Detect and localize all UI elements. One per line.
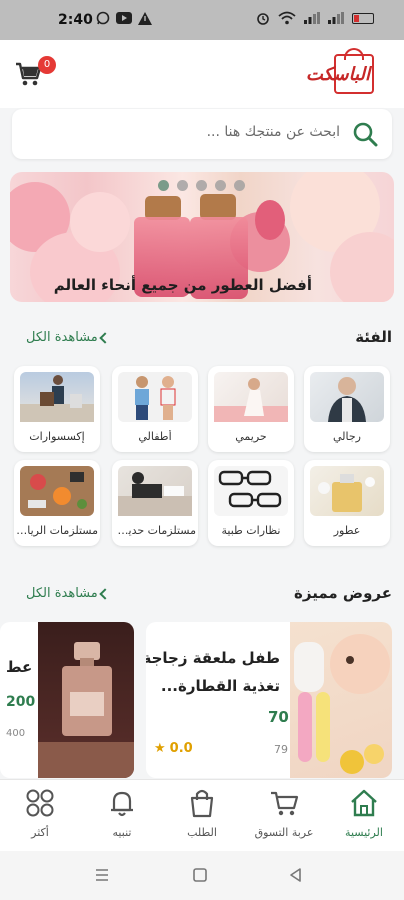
status-time: 2:40 [58,12,93,28]
rating-value: 0.0 [169,741,193,756]
category-eyeglasses[interactable]: نظارات طبية [208,460,294,546]
category-image [118,466,192,516]
category-label: نظارات طبية [221,524,281,537]
status-bar: 2:40 [0,0,404,40]
nav-label: الرئيسية [345,826,383,839]
app-logo: الباسكت [304,48,374,96]
banner-caption: أفضل العطور من جميع أنحاء العالم [53,276,312,294]
chevron-left-icon [99,587,111,600]
category-garden-supplies[interactable]: مستلزمات حديقة... [112,460,198,546]
product-image [38,622,134,778]
wifi-icon [278,11,296,25]
featured-title: عروض مميزة [294,584,392,602]
notification-icons [96,11,152,25]
category-image [118,372,192,422]
cart-count-badge: 0 [38,56,56,74]
product-name-partial: عط [6,658,33,676]
nav-orders[interactable]: الطلب [162,780,242,852]
category-label: إكسسوارات [29,430,85,443]
home-icon [351,789,377,817]
banner-dot[interactable] [234,180,245,191]
banner-dot[interactable] [215,180,226,191]
banner-dot[interactable] [177,180,188,191]
category-label: رجالي [333,430,361,443]
product-price-partial: 200 [6,694,36,710]
product-image [290,622,392,778]
nav-label: الطلب [187,826,217,839]
nav-notifications[interactable]: تنبيه [82,780,162,852]
category-men[interactable]: رجالي [304,366,390,452]
nav-label: أكثر [31,826,49,839]
signal-icon [304,12,320,24]
category-image [20,466,94,516]
back-icon[interactable] [288,867,304,883]
youtube-icon [116,12,132,24]
category-label: مستلزمات الرياضة [16,524,98,537]
warning-icon [138,11,152,25]
banner-dot[interactable] [196,180,207,191]
category-image [310,466,384,516]
cart-icon [271,791,299,816]
bottom-navigation: الرئيسية عربة التسوق الطلب تنبيه أكثر [0,779,404,851]
category-image [214,372,288,422]
categories-see-all[interactable]: مشاهدة الكل [26,330,111,345]
home-button-icon[interactable] [192,867,208,883]
category-label: أطفالي [138,430,172,443]
battery-icon [352,12,374,24]
nav-cart[interactable]: عربة التسوق [244,780,324,852]
category-label: حريمي [235,430,267,443]
system-icons [256,11,374,25]
bell-icon [111,791,133,817]
product-price: 70 [268,708,289,726]
nav-home[interactable]: الرئيسية [324,780,404,852]
product-rating: ★ 0.0 [154,741,193,756]
category-image [214,466,288,516]
chevron-left-icon [99,331,111,344]
search-icon[interactable] [352,121,378,147]
promo-banner[interactable]: أفضل العطور من جميع أنحاء العالم [10,172,394,302]
search-input[interactable]: ابحث عن منتجك هنا ... [207,124,340,140]
app-header: 0 الباسكت [0,40,404,108]
nav-more[interactable]: أكثر [0,780,80,852]
product-name: طفل ملعقة زجاجة تغذية القطارة... [146,649,280,695]
signal-2-icon [328,12,344,24]
system-navigation-bar [0,851,404,900]
whatsapp-icon [96,11,110,25]
category-label: عطور [333,524,361,537]
category-accessories[interactable]: إكسسوارات [14,366,100,452]
banner-pagination[interactable] [158,180,245,191]
product-old-price-partial: 400 [6,728,26,739]
see-all-label: مشاهدة الكل [26,330,98,345]
recents-icon[interactable] [94,867,110,883]
category-label: مستلزمات حديقة... [114,524,196,537]
product-old-price: 79 [274,743,288,756]
product-card[interactable]: طفل ملعقة زجاجة تغذية القطارة... 70 79 ★… [146,622,392,778]
star-icon: ★ [154,741,166,756]
category-image [310,372,384,422]
grid-icon [26,789,54,817]
category-kids[interactable]: أطفالي [112,366,198,452]
category-image [20,372,94,422]
categories-title: الفئة [355,328,392,346]
nav-label: تنبيه [112,826,132,839]
alarm-icon [257,13,269,25]
logo-wordmark: الباسكت [305,64,370,85]
see-all-label: مشاهدة الكل [26,586,98,601]
search-bar[interactable]: ابحث عن منتجك هنا ... [12,109,392,159]
product-card[interactable]: عط 200 400 [0,622,134,778]
banner-dot[interactable] [158,180,169,191]
category-women[interactable]: حريمي [208,366,294,452]
category-sports-supplies[interactable]: مستلزمات الرياضة [14,460,100,546]
category-perfumes[interactable]: عطور [304,460,390,546]
nav-label: عربة التسوق [254,826,314,839]
bag-icon [190,789,214,818]
featured-see-all[interactable]: مشاهدة الكل [26,586,111,601]
